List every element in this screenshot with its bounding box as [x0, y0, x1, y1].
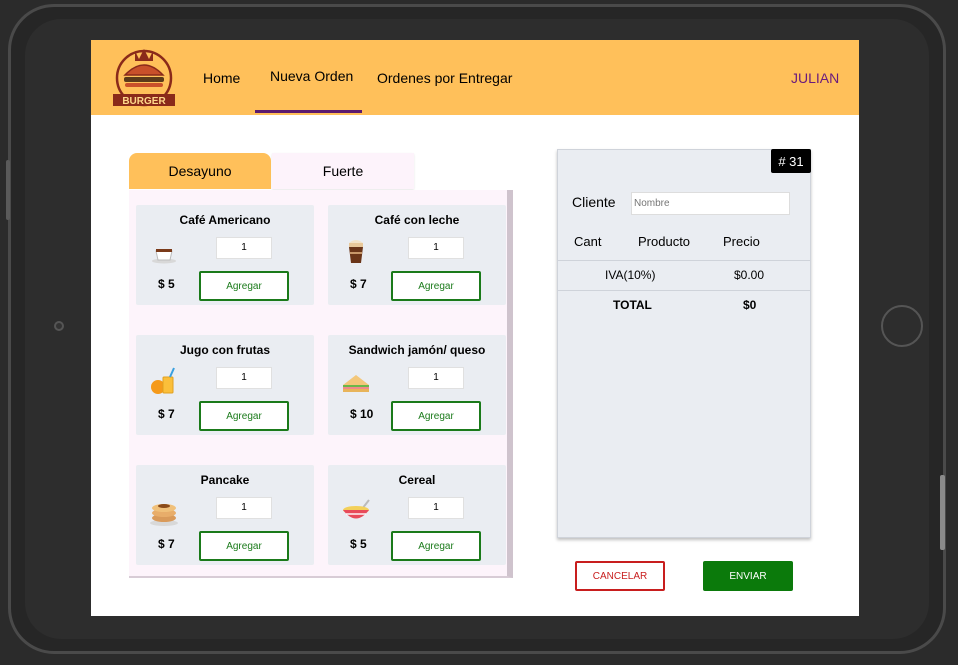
menu-item-price: $ 10: [350, 407, 374, 421]
menu-item-name: Pancake: [200, 473, 250, 487]
menu-item-price: $ 5: [158, 277, 175, 291]
home-button[interactable]: [881, 305, 923, 347]
quantity-input[interactable]: 1: [216, 367, 272, 389]
menu-item-price: $ 5: [350, 537, 367, 551]
divider: [558, 290, 810, 291]
order-number-badge: # 31: [771, 149, 811, 173]
menu-panel: Café Americano 1 $ 5 Agregar Café con le…: [129, 190, 513, 578]
app-screen: BURGER Home Nueva Orden Ordenes por Entr…: [91, 40, 859, 616]
add-button[interactable]: Agregar: [391, 271, 481, 301]
tablet-side-button: [6, 160, 10, 220]
juice-icon: [148, 365, 180, 397]
pancake-icon: [148, 495, 180, 527]
order-panel: # 31 Cliente Cant Producto Precio IVA(10…: [557, 149, 811, 538]
top-nav-bar: BURGER Home Nueva Orden Ordenes por Entr…: [91, 40, 859, 115]
menu-card: Sandwich jamón/ queso 1 $ 10 Agregar: [328, 335, 506, 435]
menu-card: Pancake 1 $ 7 Agregar: [136, 465, 314, 565]
column-header-precio: Precio: [723, 234, 760, 249]
nav-ordenes-por-entregar[interactable]: Ordenes por Entregar: [377, 70, 512, 86]
tablet-side-button: [940, 475, 945, 550]
sandwich-icon: [340, 365, 372, 397]
quantity-input[interactable]: 1: [408, 367, 464, 389]
iva-label: IVA(10%): [605, 268, 656, 282]
quantity-input[interactable]: 1: [408, 237, 464, 259]
divider: [558, 260, 810, 261]
user-name[interactable]: JULIAN: [791, 70, 839, 86]
column-header-producto: Producto: [638, 234, 691, 249]
menu-item-price: $ 7: [350, 277, 367, 291]
menu-card: Jugo con frutas 1 $ 7 Agregar: [136, 335, 314, 435]
cancel-button[interactable]: CANCELAR: [575, 561, 665, 591]
menu-item-name: Café con leche: [374, 213, 460, 227]
add-button[interactable]: Agregar: [391, 531, 481, 561]
quantity-input[interactable]: 1: [216, 237, 272, 259]
cereal-bowl-icon: [340, 495, 372, 527]
quantity-input[interactable]: 1: [408, 497, 464, 519]
menu-item-name: Jugo con frutas: [179, 343, 270, 357]
client-label: Cliente: [572, 194, 616, 210]
menu-item-price: $ 7: [158, 407, 175, 421]
client-name-input[interactable]: [631, 192, 790, 215]
quantity-input[interactable]: 1: [216, 497, 272, 519]
column-header-cant: Cant: [574, 234, 602, 249]
total-value: $0: [743, 298, 757, 312]
burger-logo[interactable]: BURGER: [111, 45, 177, 107]
add-button[interactable]: Agregar: [391, 401, 481, 431]
active-nav-indicator: [255, 110, 362, 113]
menu-card: Cereal 1 $ 5 Agregar: [328, 465, 506, 565]
menu-item-name: Cereal: [398, 473, 436, 487]
add-button[interactable]: Agregar: [199, 401, 289, 431]
tab-fuerte[interactable]: Fuerte: [272, 153, 414, 189]
iva-value: $0.00: [734, 268, 765, 282]
tab-desayuno[interactable]: Desayuno: [129, 153, 271, 189]
coffee-cup-icon: [148, 235, 180, 267]
menu-item-name: Sandwich jamón/ queso: [348, 343, 486, 357]
total-label: TOTAL: [613, 298, 652, 312]
menu-item-price: $ 7: [158, 537, 175, 551]
send-button[interactable]: ENVIAR: [703, 561, 793, 591]
logo-text: BURGER: [122, 96, 166, 107]
add-button[interactable]: Agregar: [199, 271, 289, 301]
camera-icon: [54, 321, 64, 331]
nav-home[interactable]: Home: [203, 70, 240, 86]
add-button[interactable]: Agregar: [199, 531, 289, 561]
nav-nueva-orden[interactable]: Nueva Orden: [270, 68, 353, 84]
menu-item-name: Café Americano: [179, 213, 271, 227]
menu-card: Café con leche 1 $ 7 Agregar: [328, 205, 506, 305]
menu-card: Café Americano 1 $ 5 Agregar: [136, 205, 314, 305]
latte-icon: [340, 235, 372, 267]
